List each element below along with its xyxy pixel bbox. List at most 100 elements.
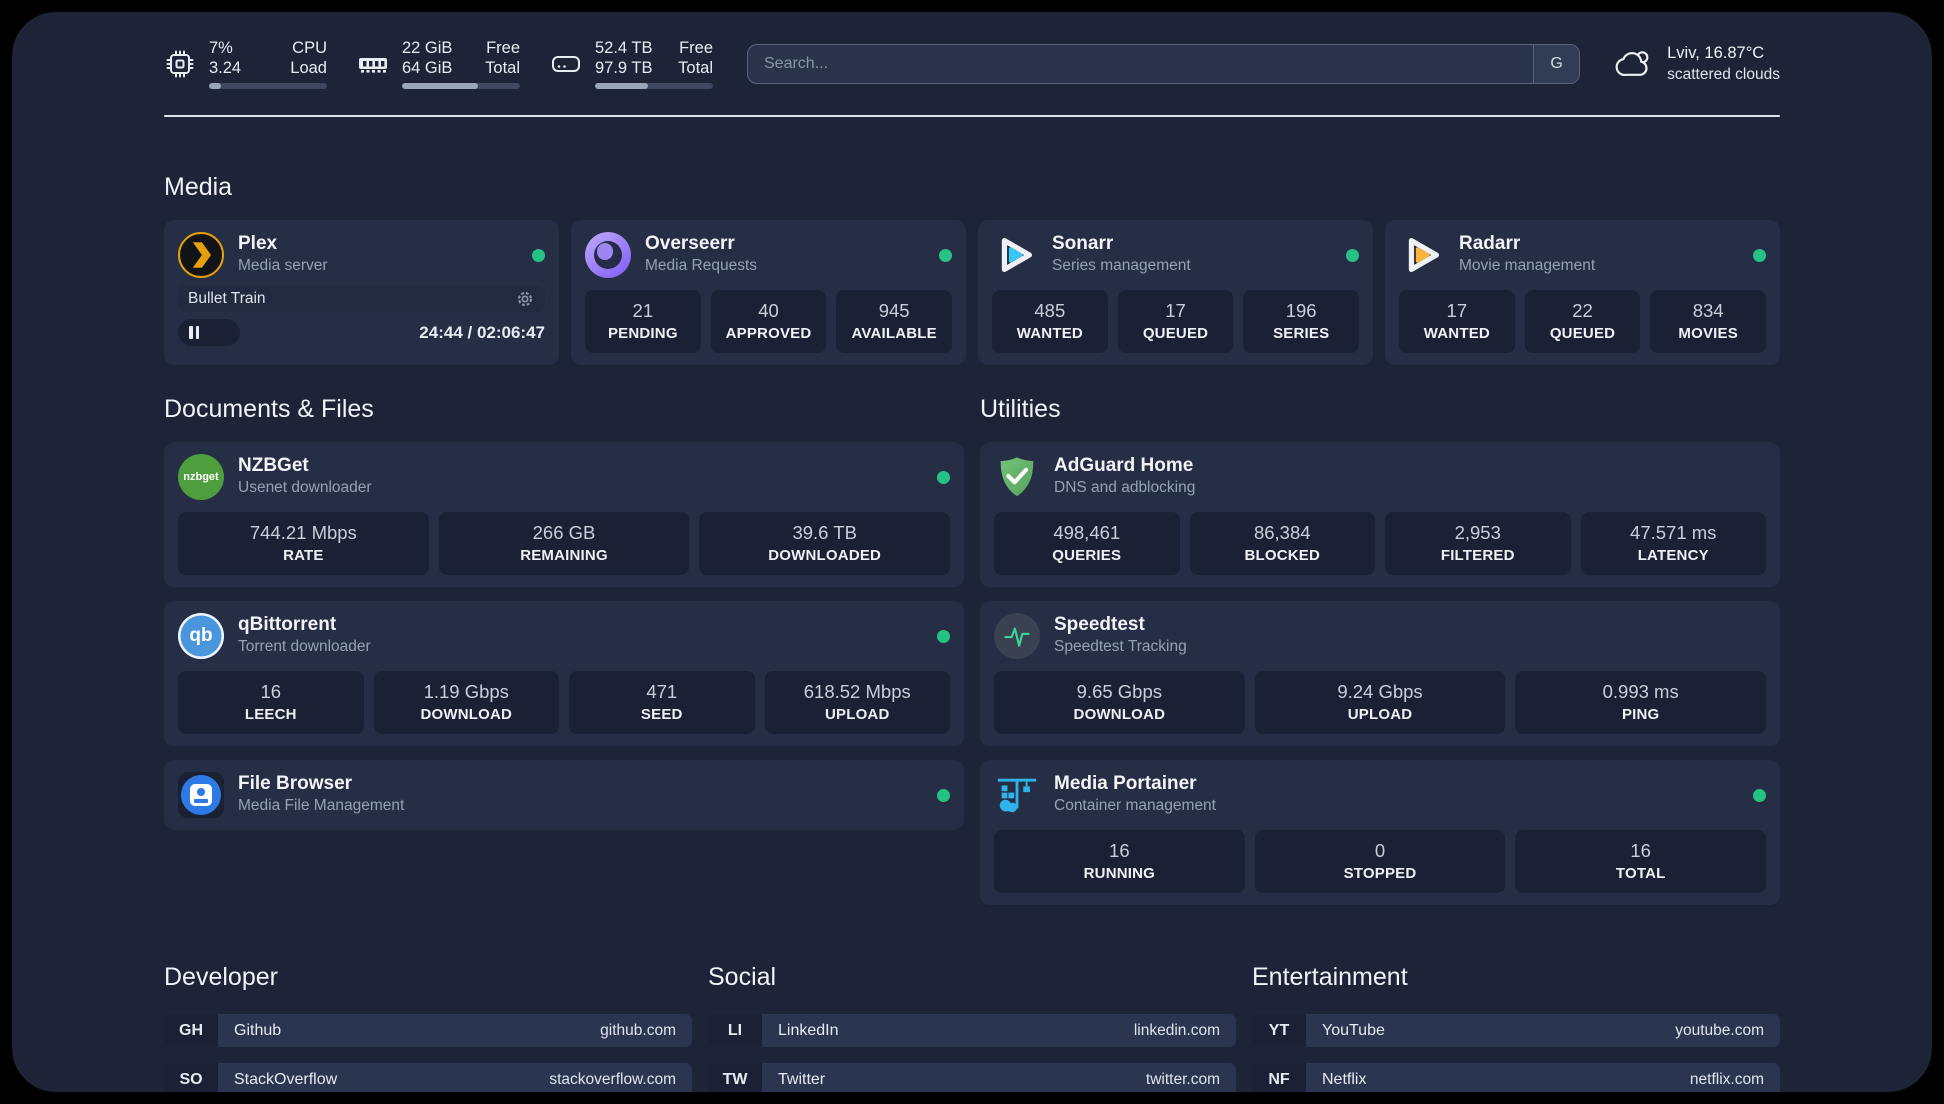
app-card-filebrowser[interactable]: File Browser Media File Management xyxy=(164,760,964,830)
app-name: Media Portainer xyxy=(1054,773,1197,794)
section-title-documents: Documents & Files xyxy=(164,395,374,423)
search-bar[interactable]: G xyxy=(747,43,1581,84)
weather-widget[interactable]: Lviv, 16.87°C scattered clouds xyxy=(1614,43,1780,85)
stat-download: 1.19 Gbps DOWNLOAD xyxy=(373,671,559,734)
app-card-portainer[interactable]: Media Portainer Container management 16 … xyxy=(980,760,1780,905)
stat-remaining: 266 GB REMAINING xyxy=(438,512,690,575)
memory-free-value: 22 GiB xyxy=(402,39,453,57)
bookmark-tag: LI xyxy=(708,1014,762,1047)
bookmark-github[interactable]: GH Github github.com xyxy=(164,1014,692,1047)
memory-icon xyxy=(359,57,387,73)
gear-icon[interactable] xyxy=(515,289,535,309)
stat-wanted: 17 WANTED xyxy=(1399,290,1515,353)
bookmark-netflix[interactable]: NF Netflix netflix.com xyxy=(1252,1063,1780,1092)
pause-icon xyxy=(189,326,193,339)
stat-queued: 22 QUEUED xyxy=(1524,290,1641,353)
app-name: qBittorrent xyxy=(238,614,337,635)
disk-stat: 52.4 TB 97.9 TB Free Total xyxy=(550,38,713,89)
stat-seed: 471 SEED xyxy=(569,671,755,734)
dashboard-frame: 7% 3.24 CPU Load 22 GiB 64 GiB Free Tota… xyxy=(12,12,1932,1092)
app-name: AdGuard Home xyxy=(1054,455,1194,476)
status-dot xyxy=(1753,788,1766,802)
cpu-label: CPU xyxy=(292,39,327,57)
stat-queued: 17 QUEUED xyxy=(1117,290,1234,353)
app-description: Usenet downloader xyxy=(238,479,372,496)
adguard-icon xyxy=(994,454,1040,500)
app-card-radarr[interactable]: Radarr Movie management 17 WANTED 22 QUE… xyxy=(1385,220,1780,365)
stat-available: 945 AVAILABLE xyxy=(836,290,953,353)
playback-time: 24:44 / 02:06:47 xyxy=(419,322,545,342)
bookmark-name: StackOverflow xyxy=(234,1070,338,1088)
plex-now-playing: Bullet Train 24:44 / 02:06:47 xyxy=(178,286,545,346)
stat-ping: 0.993 ms PING xyxy=(1515,671,1767,734)
status-dot xyxy=(532,248,545,262)
bookmark-stackoverflow[interactable]: SO StackOverflow stackoverflow.com xyxy=(164,1063,692,1092)
now-playing-titlebar: Bullet Train xyxy=(178,286,545,312)
playback-progress[interactable]: 24:44 / 02:06:47 xyxy=(178,319,545,346)
app-card-nzbget[interactable]: nzbget NZBGet Usenet downloader 744.21 M… xyxy=(164,442,964,587)
header-divider xyxy=(164,115,1780,117)
stat-running: 16 RUNNING xyxy=(994,830,1245,893)
search-engine-button[interactable]: G xyxy=(1533,44,1580,83)
app-card-qbittorrent[interactable]: qb qBittorrent Torrent downloader 16 LEE… xyxy=(164,601,964,746)
disk-free-value: 52.4 TB xyxy=(595,39,653,57)
speedtest-icon xyxy=(994,613,1040,659)
stat-download: 9.65 Gbps DOWNLOAD xyxy=(994,671,1245,734)
portainer-icon xyxy=(994,772,1040,818)
disk-progress-bar xyxy=(595,83,713,89)
cpu-load-label: Load xyxy=(290,59,327,77)
disk-total-label: Total xyxy=(678,59,713,77)
disk-total-value: 97.9 TB xyxy=(595,59,653,77)
bookmark-tag: SO xyxy=(164,1063,218,1092)
app-name: NZBGet xyxy=(238,455,309,476)
stat-total: 16 TOTAL xyxy=(1515,830,1767,893)
app-description: Movie management xyxy=(1459,257,1596,274)
qbittorrent-icon: qb xyxy=(178,613,224,659)
status-dot xyxy=(1753,248,1766,262)
bookmark-tag: TW xyxy=(708,1063,762,1092)
memory-stat: 22 GiB 64 GiB Free Total xyxy=(357,38,520,89)
entertainment-column: Entertainment YT YouTube youtube.com NF … xyxy=(1252,963,1780,1092)
status-dot xyxy=(1346,248,1359,262)
developer-column: Developer GH Github github.com SO StackO… xyxy=(164,963,692,1092)
app-description: Media File Management xyxy=(238,797,405,814)
cloud-icon xyxy=(1615,50,1649,76)
app-card-plex[interactable]: Plex Media server Bullet Train 24:44 / 0… xyxy=(164,220,559,365)
radarr-icon xyxy=(1399,232,1445,278)
media-grid: Plex Media server Bullet Train 24:44 / 0… xyxy=(164,220,1780,365)
app-description: DNS and adblocking xyxy=(1054,479,1196,496)
app-description: Container management xyxy=(1054,797,1216,814)
cpu-icon xyxy=(166,50,194,77)
app-card-sonarr[interactable]: Sonarr Series management 485 WANTED 17 Q… xyxy=(978,220,1373,365)
stat-blocked: 86,384 BLOCKED xyxy=(1189,512,1375,575)
app-card-overseerr[interactable]: Overseerr Media Requests 21 PENDING 40 A… xyxy=(571,220,966,365)
app-name: File Browser xyxy=(238,773,353,794)
stat-upload: 9.24 Gbps UPLOAD xyxy=(1254,671,1506,734)
section-title-entertainment: Entertainment xyxy=(1252,963,1408,991)
bookmark-url: youtube.com xyxy=(1675,1021,1764,1039)
stat-filtered: 2,953 FILTERED xyxy=(1385,512,1571,575)
bookmark-youtube[interactable]: YT YouTube youtube.com xyxy=(1252,1014,1780,1047)
memory-total-label: Total xyxy=(485,59,520,77)
weather-location: Lviv, 16.87°C xyxy=(1667,43,1765,62)
utilities-column: Utilities AdGuard Home DNS and adblockin… xyxy=(980,395,1780,905)
app-card-adguard[interactable]: AdGuard Home DNS and adblocking 498,461 … xyxy=(980,442,1780,587)
search-input[interactable] xyxy=(748,44,1534,83)
status-dot xyxy=(937,788,950,802)
stat-approved: 40 APPROVED xyxy=(710,290,827,353)
sonarr-icon xyxy=(992,232,1038,278)
bookmark-name: Github xyxy=(234,1021,282,1039)
stat-latency: 47.571 ms LATENCY xyxy=(1580,512,1766,575)
bookmark-twitter[interactable]: TW Twitter twitter.com xyxy=(708,1063,1236,1092)
bookmark-linkedin[interactable]: LI LinkedIn linkedin.com xyxy=(708,1014,1236,1047)
bookmark-url: github.com xyxy=(600,1021,676,1039)
header: 7% 3.24 CPU Load 22 GiB 64 GiB Free Tota… xyxy=(164,38,1780,89)
overseerr-icon xyxy=(585,232,631,278)
app-card-speedtest[interactable]: Speedtest Speedtest Tracking 9.65 Gbps D… xyxy=(980,601,1780,746)
bookmark-url: linkedin.com xyxy=(1133,1021,1220,1039)
cpu-load-value: 3.24 xyxy=(209,59,242,77)
stat-queries: 498,461 QUERIES xyxy=(994,512,1180,575)
disk-free-label: Free xyxy=(679,39,713,57)
bookmark-tag: GH xyxy=(164,1014,218,1047)
memory-total-value: 64 GiB xyxy=(402,59,453,77)
